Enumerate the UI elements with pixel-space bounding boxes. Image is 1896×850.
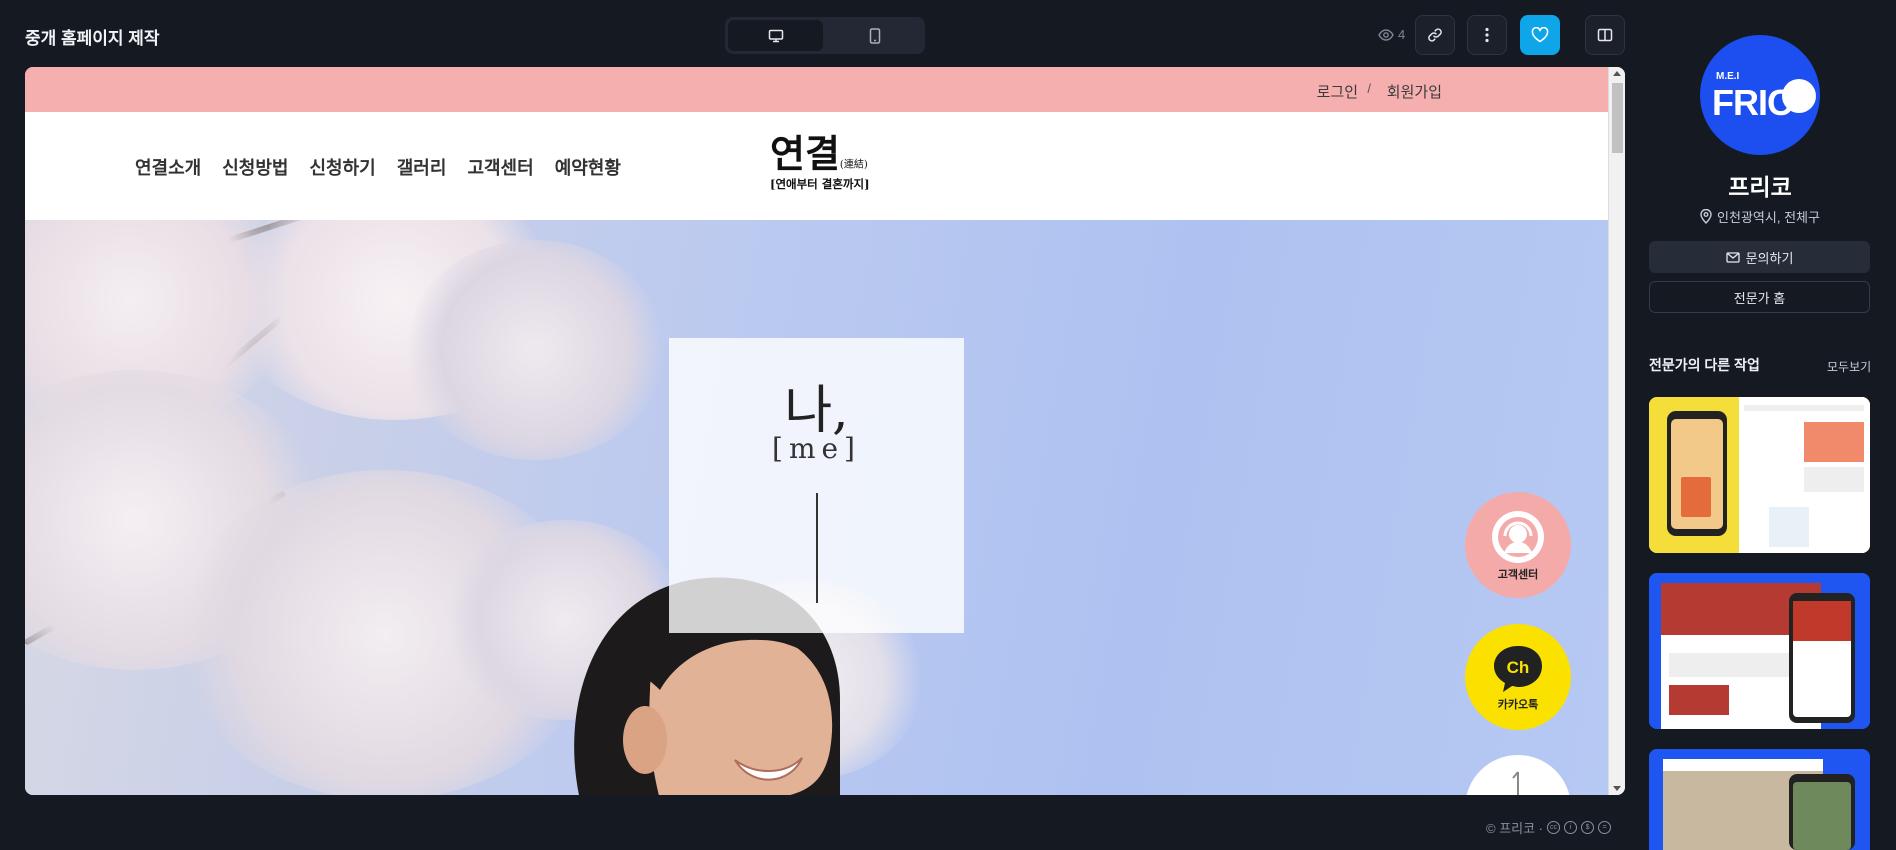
kakaotalk-float-button[interactable]: Ch 카카오톡 (1465, 624, 1571, 730)
like-button[interactable] (1520, 15, 1560, 55)
scroll-top-float-button[interactable] (1465, 755, 1571, 795)
eye-icon (1378, 28, 1394, 41)
site-header: 연결소개 신청방법 신청하기 갤러리 고객센터 예약현황 연결(連結) [연애부… (25, 112, 1608, 220)
location-pin-icon (1700, 209, 1712, 224)
more-vertical-icon (1485, 27, 1489, 43)
credit-text: © 프리코 · (1486, 821, 1544, 836)
work-thumbnail[interactable] (1649, 397, 1870, 553)
nav-item-customer-center[interactable]: 고객센터 (467, 154, 533, 180)
expert-name: 프리코 (1728, 174, 1792, 200)
website-preview: 로그인 / 회원가입 연결소개 신청방법 신청하기 갤러리 고객센터 예약현황 … (25, 67, 1625, 795)
work-thumbnail-image (1649, 573, 1870, 729)
site-nav: 연결소개 신청방법 신청하기 갤러리 고객센터 예약현황 (135, 154, 621, 180)
contact-button[interactable]: 문의하기 (1649, 241, 1870, 273)
hero-card: 나, [me] (669, 338, 964, 633)
mobile-view-button[interactable] (827, 20, 922, 51)
cc-noncommercial-icon: $ (1581, 821, 1595, 834)
customer-center-float-button[interactable]: 고객센터 (1465, 492, 1571, 598)
mail-icon (1725, 251, 1740, 263)
view-count: 4 (1378, 27, 1405, 42)
nav-item-apply[interactable]: 신청하기 (310, 154, 376, 180)
work-thumbnail[interactable] (1649, 573, 1870, 729)
other-works-title: 전문가의 다른 작업 (1649, 357, 1760, 373)
sidebar-toggle-icon (1597, 28, 1613, 42)
hero-banner: 나, [me] 고객센터 Ch 카카오톡 (25, 220, 1608, 795)
monitor-icon (768, 29, 783, 42)
kakaotalk-label: 카카오톡 (1497, 699, 1539, 711)
blossom-cluster (405, 240, 665, 460)
work-thumbnail-image (1649, 749, 1870, 850)
heart-icon (1531, 27, 1549, 43)
logo-main: 연결 (770, 131, 840, 176)
location-text: 인천광역시, 전체구 (1717, 210, 1820, 225)
view-count-value: 4 (1398, 27, 1406, 42)
preview-scrollbar[interactable] (1608, 67, 1625, 795)
logo-hanja: (連結) (839, 159, 868, 171)
scroll-thumb[interactable] (1612, 83, 1623, 153)
nav-item-reservations[interactable]: 예약현황 (555, 154, 621, 180)
page-title: 중개 홈페이지 제작 (25, 29, 160, 48)
hero-romanization: [me] (772, 432, 861, 465)
kakao-channel-icon: Ch (1494, 646, 1542, 692)
nav-item-about[interactable]: 연결소개 (135, 154, 201, 180)
expert-sidebar: M.E.I FRIC 프리코 인천광역시, 전체구 문의하기 전문가 홈 전문가… (1640, 0, 1896, 850)
expert-home-button[interactable]: 전문가 홈 (1649, 281, 1870, 313)
device-toggle (725, 17, 925, 54)
expert-location: 인천광역시, 전체구 (1640, 207, 1880, 226)
scroll-up-arrow[interactable] (1613, 71, 1621, 76)
nav-item-how-to-apply[interactable]: 신청방법 (222, 154, 288, 180)
footer-credit: © 프리코 · cc i $ = (1486, 818, 1612, 837)
expert-home-label: 전문가 홈 (1733, 290, 1786, 306)
nav-item-gallery[interactable]: 갤러리 (397, 154, 447, 180)
contact-button-label: 문의하기 (1745, 250, 1794, 266)
customer-center-label: 고객센터 (1497, 569, 1539, 581)
number-one-icon (1512, 771, 1519, 795)
avatar-small-text: M.E.I (1716, 71, 1740, 82)
promo-bar: 로그인 / 회원가입 (25, 67, 1608, 112)
promo-separator: / (1367, 81, 1371, 96)
view-all-link[interactable]: 모두보기 (1827, 358, 1871, 375)
kakao-badge: Ch (1507, 658, 1530, 677)
map-pin-icon (1782, 79, 1816, 113)
phone-icon (869, 27, 880, 44)
toggle-sidebar-button[interactable] (1585, 15, 1625, 55)
scroll-down-arrow[interactable] (1613, 786, 1621, 791)
avatar-large-text: FRIC (1712, 82, 1793, 123)
cc-attribution-icon: i (1564, 821, 1578, 834)
logo-tagline: [연애부터 결혼까지] (770, 177, 870, 191)
more-options-button[interactable] (1467, 15, 1507, 55)
work-thumbnail-image (1649, 397, 1870, 553)
link-icon (1428, 28, 1442, 42)
cc-license-icon: cc (1547, 821, 1561, 834)
copy-link-button[interactable] (1415, 15, 1455, 55)
desktop-view-button[interactable] (728, 20, 823, 51)
work-thumbnail[interactable] (1649, 749, 1870, 850)
avatar[interactable]: M.E.I FRIC (1700, 35, 1820, 155)
top-bar: 중개 홈페이지 제작 4 (0, 0, 1640, 68)
join-link[interactable]: 회원가입 (1387, 81, 1442, 102)
hero-divider (816, 493, 818, 603)
login-link[interactable]: 로그인 (1317, 81, 1358, 102)
headset-agent-icon (1492, 511, 1544, 563)
cc-noderivs-icon: = (1598, 821, 1612, 834)
site-logo[interactable]: 연결(連結) [연애부터 결혼까지] (770, 134, 870, 192)
